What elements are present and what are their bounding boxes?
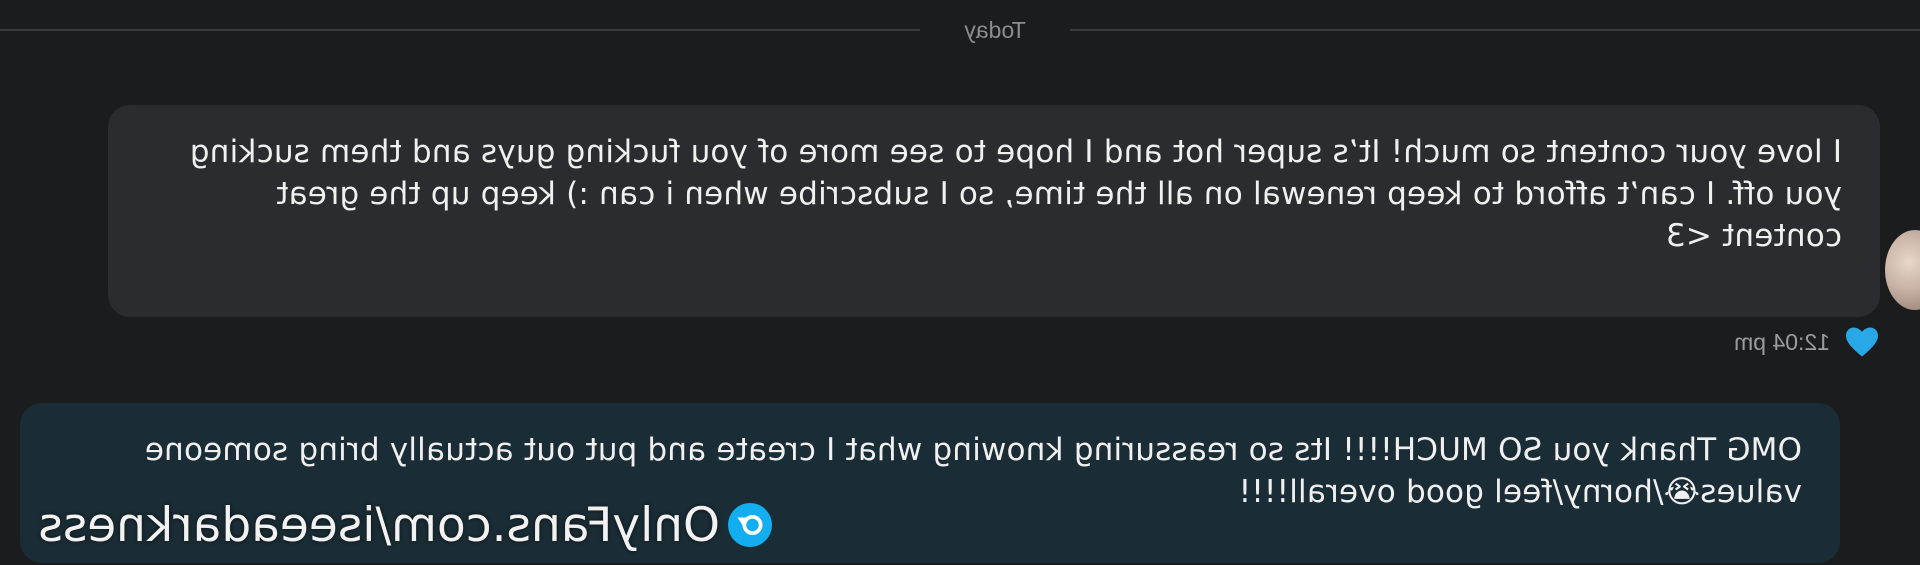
incoming-message-text: I love your content so much! It’s super … <box>189 134 1842 254</box>
watermark-text: OnlyFans.com/iseeadarkness <box>38 497 720 553</box>
incoming-message-meta: 12:04 pm <box>1734 322 1880 362</box>
incoming-message-bubble[interactable]: I love your content so much! It’s super … <box>108 105 1880 317</box>
divider-line-left <box>1070 29 1920 31</box>
date-divider-label: Today <box>964 17 1026 43</box>
chat-thread: Today I love your content so much! It’s … <box>0 0 1920 565</box>
date-divider: Today <box>0 14 1920 44</box>
sender-avatar[interactable] <box>1885 230 1920 310</box>
onlyfans-lock-icon <box>728 503 772 547</box>
message-timestamp: 12:04 pm <box>1734 328 1830 355</box>
watermark: OnlyFans.com/iseeadarkness <box>0 490 772 560</box>
heart-icon[interactable] <box>1844 326 1880 358</box>
divider-line-right <box>0 29 920 31</box>
